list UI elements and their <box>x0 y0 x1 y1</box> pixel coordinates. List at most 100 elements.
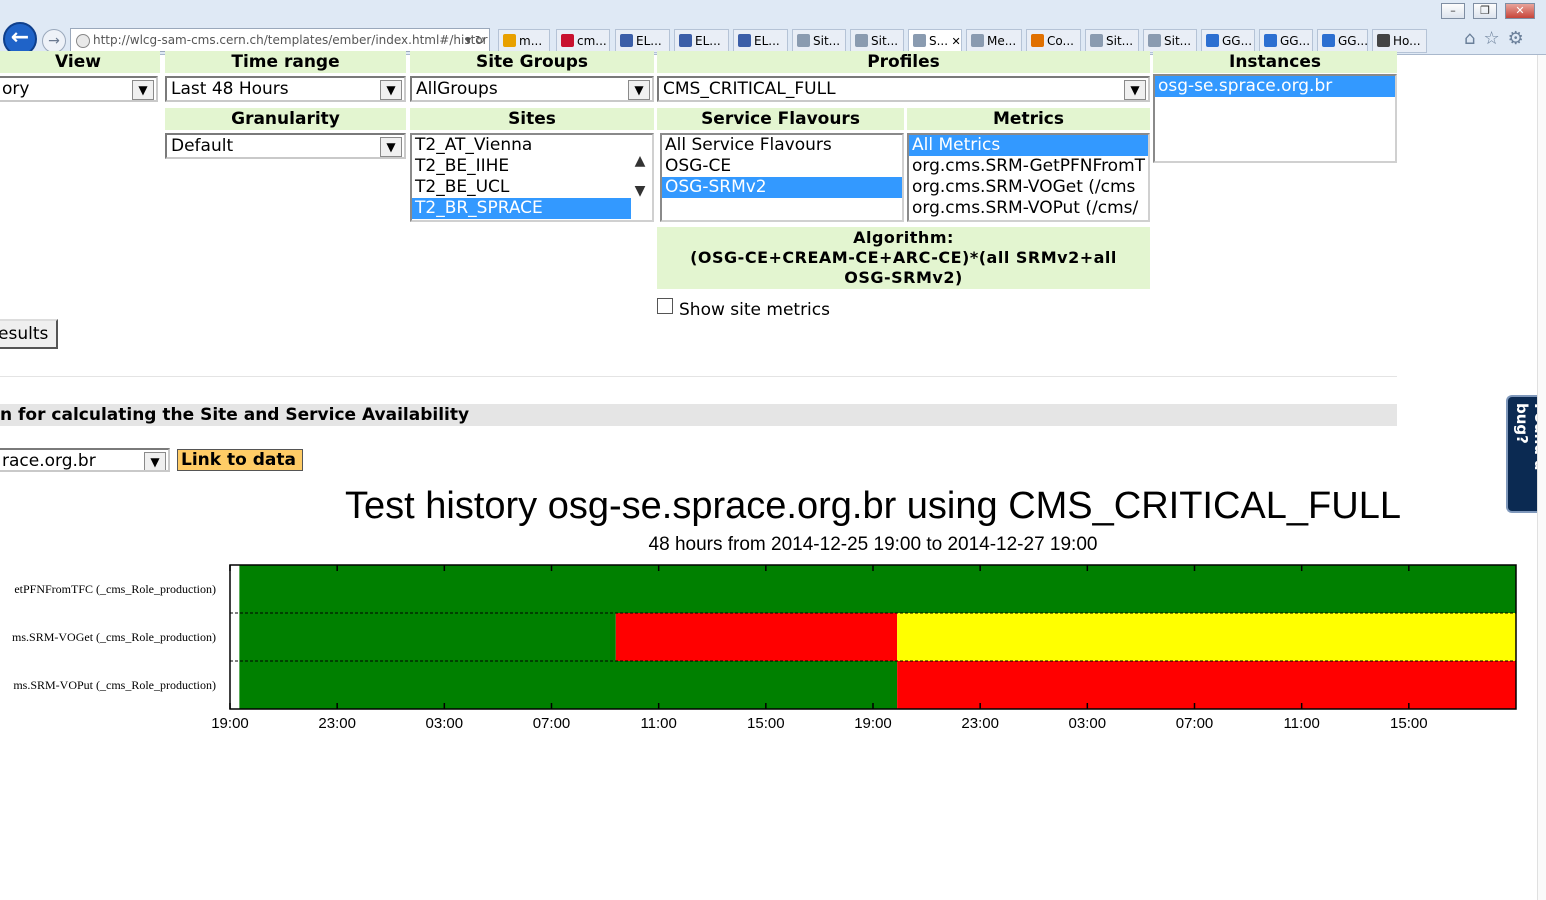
browser-tab[interactable]: GG... <box>1317 29 1368 53</box>
row-label: ms.SRM-VOPut (_cms_Role_production) <box>13 678 216 692</box>
algorithm-line-2: OSG-SRMv2) <box>844 268 963 287</box>
browser-tab-label: GG... <box>1280 34 1311 48</box>
flavour-option[interactable]: OSG-CE <box>662 156 902 177</box>
x-tick-label: 19:00 <box>854 715 892 732</box>
view-header: View <box>0 51 160 73</box>
settings-gear-icon[interactable]: ⚙ <box>1508 28 1532 49</box>
instance-select[interactable]: race.org.br ▼ <box>0 448 170 472</box>
globe-tab-icon <box>1090 34 1103 47</box>
browser-tab-label: Sit... <box>1106 34 1134 48</box>
show-results-button[interactable]: esults <box>0 319 58 349</box>
browser-tab[interactable]: GG... <box>1259 29 1313 53</box>
site-option[interactable]: T2_BR_SPRACE <box>412 198 631 219</box>
minimize-button[interactable]: – <box>1441 3 1465 19</box>
browser-tab[interactable]: Sit... <box>1085 29 1139 53</box>
show-site-metrics-option[interactable]: Show site metrics <box>657 298 830 320</box>
status-segment-ok <box>239 661 898 709</box>
browser-tab[interactable]: Sit... <box>850 29 904 53</box>
close-tab-icon[interactable]: ✕ <box>948 35 961 48</box>
flavour-option[interactable]: OSG-SRMv2 <box>662 177 902 198</box>
metrics-header: Metrics <box>907 108 1150 130</box>
x-tick-label: 23:00 <box>961 715 999 732</box>
algorithm-line-1: (OSG-CE+CREAM-CE+ARC-CE)*(all SRMv2+all <box>690 248 1117 267</box>
browser-tab[interactable]: EL... <box>733 29 788 53</box>
maximize-button[interactable]: ❐ <box>1473 3 1497 19</box>
x-tick-label: 15:00 <box>747 715 785 732</box>
browser-tab-label: Sit... <box>871 34 899 48</box>
chart-subtitle: 48 hours from 2014-12-25 19:00 to 2014-1… <box>648 534 1098 555</box>
browser-tab[interactable]: S... ✕ <box>908 29 962 53</box>
metric-option[interactable]: All Metrics <box>909 135 1148 156</box>
browser-tab[interactable]: Sit... <box>1143 29 1197 53</box>
browser-tab-label: EL... <box>636 34 662 48</box>
orange-tab-icon <box>503 34 516 47</box>
globe-tab-icon <box>913 34 926 47</box>
ticket-tab-icon <box>1031 34 1044 47</box>
address-url: http://wlcg-sam-cms.cern.ch/templates/em… <box>93 33 488 47</box>
browser-tab-label: S... <box>929 34 949 48</box>
metrics-list[interactable]: All Metrics org.cms.SRM-GetPFNFromT org.… <box>907 133 1150 222</box>
status-segment-unknown <box>230 661 240 709</box>
chevron-down-icon[interactable]: ▼ <box>380 80 402 100</box>
metric-option[interactable]: org.cms.SRM-GetPFNFromT <box>909 156 1148 177</box>
chevron-down-icon[interactable]: ▼ <box>628 80 650 100</box>
profiles-value: CMS_CRITICAL_FULL <box>663 79 836 99</box>
service-flavours-list[interactable]: All Service Flavours OSG-CE OSG-SRMv2 <box>660 133 904 222</box>
scroll-up-icon[interactable]: ▲ <box>630 153 650 169</box>
metric-option[interactable]: org.cms.SRM-VOPut (/cms/ <box>909 198 1148 219</box>
browser-tab[interactable]: EL... <box>615 29 670 53</box>
site-option[interactable]: T2_BE_IIHE <box>412 156 631 177</box>
ie-tab-icon <box>1322 34 1335 47</box>
site-groups-select[interactable]: AllGroups ▼ <box>410 76 654 102</box>
chart-title: Test history osg-se.sprace.org.br using … <box>345 485 1401 527</box>
chevron-down-icon[interactable]: ▼ <box>132 80 154 100</box>
instances-list[interactable]: osg-se.sprace.org.br <box>1153 74 1397 163</box>
vertical-scrollbar[interactable] <box>1537 55 1546 900</box>
browser-tab-label: GG... <box>1222 34 1253 48</box>
profiles-select[interactable]: CMS_CRITICAL_FULL ▼ <box>657 76 1150 102</box>
show-site-metrics-checkbox[interactable] <box>657 298 673 314</box>
site-option[interactable]: T2_AT_Vienna <box>412 135 631 156</box>
chevron-down-icon[interactable]: ▼ <box>144 452 166 470</box>
browser-tab[interactable]: GG... <box>1201 29 1255 53</box>
view-select-value: ory <box>2 79 30 99</box>
profiles-header: Profiles <box>657 51 1150 73</box>
algorithm-label: Algorithm: <box>853 228 954 247</box>
status-segment-warning <box>897 613 1516 661</box>
time-range-select[interactable]: Last 48 Hours ▼ <box>165 76 406 102</box>
chevron-down-icon[interactable]: ▼ <box>380 137 402 157</box>
browser-chrome: – ❐ ✕ ← → http://wlcg-sam-cms.cern.ch/te… <box>0 0 1546 56</box>
globe-tab-icon <box>797 34 810 47</box>
elog-tab-icon <box>620 34 633 47</box>
browser-tab[interactable]: Me... <box>966 29 1022 53</box>
browser-tab-label: GG... <box>1338 34 1368 48</box>
instance-option[interactable]: osg-se.sprace.org.br <box>1155 76 1395 97</box>
browser-tab[interactable]: m... <box>498 29 550 53</box>
sites-list[interactable]: T2_AT_Vienna T2_BE_IIHE T2_BE_UCL T2_BR_… <box>410 133 654 222</box>
close-window-button[interactable]: ✕ <box>1505 3 1535 19</box>
granularity-select[interactable]: Default ▼ <box>165 133 406 159</box>
forward-arrow-icon[interactable]: → <box>42 29 66 53</box>
browser-tab-label: Co... <box>1047 34 1074 48</box>
refresh-icon[interactable]: ▾ ↻ <box>465 29 485 51</box>
instance-select-value: race.org.br <box>2 451 96 471</box>
view-select[interactable]: ory ▼ <box>0 76 158 102</box>
address-bar[interactable]: http://wlcg-sam-cms.cern.ch/templates/em… <box>70 28 490 52</box>
target-tab-icon <box>561 34 574 47</box>
home-icon[interactable]: ⌂ <box>1464 28 1483 49</box>
browser-tab[interactable]: cm... <box>556 29 610 53</box>
status-segment-unknown <box>230 613 240 661</box>
link-to-data-button[interactable]: Link to data <box>177 449 303 471</box>
scroll-down-icon[interactable]: ▼ <box>630 183 650 199</box>
metric-option[interactable]: org.cms.SRM-VOGet (/cms <box>909 177 1148 198</box>
browser-tab[interactable]: Co... <box>1026 29 1081 53</box>
browser-tab[interactable]: EL... <box>674 29 729 53</box>
browser-tab[interactable]: Ho... <box>1372 29 1427 53</box>
favorites-star-icon[interactable]: ☆ <box>1483 28 1507 49</box>
flavour-option[interactable]: All Service Flavours <box>662 135 902 156</box>
status-segment-ok <box>239 613 616 661</box>
site-option[interactable]: T2_BE_UCL <box>412 177 631 198</box>
x-tick-label: 07:00 <box>533 715 571 732</box>
chevron-down-icon[interactable]: ▼ <box>1124 80 1146 100</box>
browser-tab[interactable]: Sit... <box>792 29 846 53</box>
